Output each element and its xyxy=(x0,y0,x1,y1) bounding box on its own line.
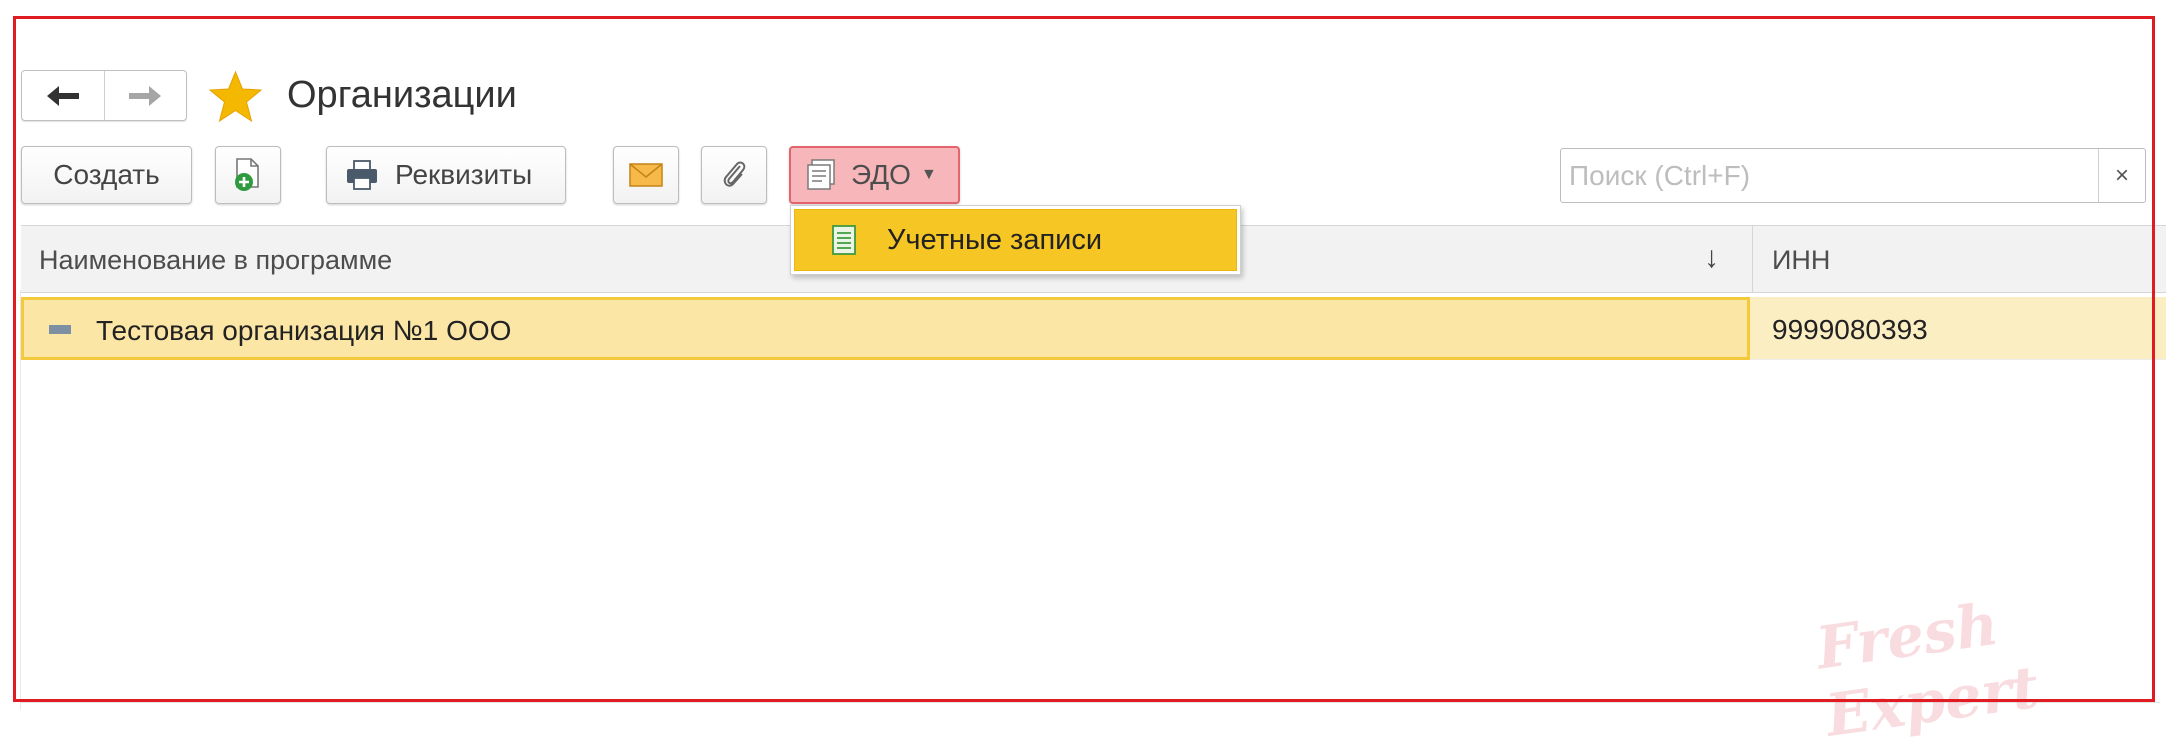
arrow-left-icon xyxy=(46,85,79,106)
minus-icon xyxy=(49,325,71,334)
table-row[interactable]: Тестовая организация №1 ООО 9999080393 xyxy=(21,297,2166,360)
requisites-button[interactable]: Реквизиты xyxy=(326,146,566,204)
printer-icon xyxy=(347,160,377,190)
edo-button[interactable]: ЭДО ▼ xyxy=(789,146,960,204)
attachments-button[interactable] xyxy=(701,146,767,204)
search-box: × xyxy=(1560,148,2146,203)
organization-name: Тестовая организация №1 ООО xyxy=(96,315,512,346)
watermark-logo: Fresh Expert xyxy=(1812,589,2043,750)
table-cell-name[interactable]: Тестовая организация №1 ООО xyxy=(21,297,1750,360)
create-button[interactable]: Создать xyxy=(21,146,192,204)
requisites-label: Реквизиты xyxy=(395,159,533,190)
envelope-icon xyxy=(629,163,663,187)
add-from-file-button[interactable] xyxy=(215,146,281,204)
clear-search-button[interactable]: × xyxy=(2098,149,2145,202)
edo-label: ЭДО xyxy=(851,159,911,190)
navigation-buttons xyxy=(21,70,187,121)
back-button[interactable] xyxy=(22,71,104,120)
column-header-inn[interactable]: ИНН xyxy=(1772,245,1830,276)
document-add-icon xyxy=(235,158,259,191)
organization-inn: 9999080393 xyxy=(1772,314,1928,345)
column-header-name[interactable]: Наименование в программе xyxy=(39,245,392,276)
page-title: Организации xyxy=(287,74,517,116)
send-mail-button[interactable] xyxy=(613,146,679,204)
paperclip-icon xyxy=(723,161,746,187)
close-icon: × xyxy=(2114,161,2129,189)
create-label: Создать xyxy=(53,159,160,190)
forward-button[interactable] xyxy=(103,71,187,120)
edo-documents-icon xyxy=(807,159,835,190)
sort-arrow-icon: ↓ xyxy=(1704,241,1719,274)
edo-dropdown-menu: Учетные записи xyxy=(790,205,1241,275)
column-divider[interactable] xyxy=(1752,226,1753,292)
arrow-right-icon xyxy=(129,85,162,106)
chevron-down-icon: ▼ xyxy=(920,166,937,183)
menu-item-label: Учетные записи xyxy=(887,223,1103,256)
sheet-icon xyxy=(832,225,856,255)
search-input[interactable] xyxy=(1561,149,2098,202)
star-icon[interactable] xyxy=(208,70,263,123)
menu-item-accounts[interactable]: Учетные записи xyxy=(794,209,1237,271)
